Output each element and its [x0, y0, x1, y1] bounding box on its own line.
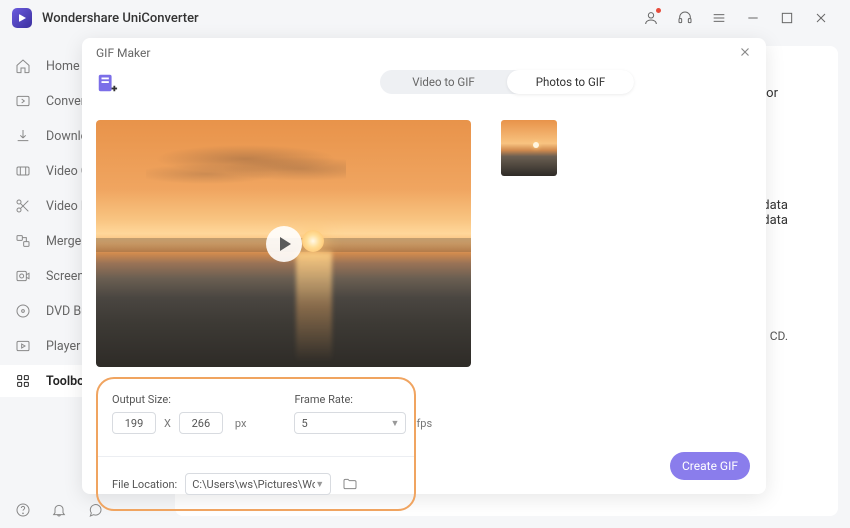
scissors-icon [14, 197, 32, 215]
frame-rate-label: Frame Rate: [294, 393, 432, 406]
titlebar: Wondershare UniConverter [0, 0, 850, 36]
x-separator: X [164, 417, 171, 430]
bg-text: CD. [770, 329, 788, 343]
converter-icon [14, 92, 32, 110]
file-location-label: File Location: [112, 478, 177, 491]
settings-panel: Output Size: X px Frame Rate: 5▼ fps [96, 377, 416, 511]
player-icon [14, 337, 32, 355]
add-file-icon[interactable] [96, 72, 118, 94]
gif-maker-modal: GIF Maker Video to GIF Photos to GIF Ou [82, 38, 766, 494]
download-icon [14, 127, 32, 145]
recorder-icon [14, 267, 32, 285]
folder-icon[interactable] [339, 473, 361, 495]
maximize-button[interactable] [775, 6, 799, 30]
output-size-label: Output Size: [112, 393, 246, 406]
bell-icon[interactable] [50, 501, 68, 519]
chevron-down-icon: ▼ [391, 418, 400, 429]
sidebar-item-label: Merger [46, 234, 86, 249]
modal-title: GIF Maker [96, 46, 150, 60]
help-icon[interactable] [14, 501, 32, 519]
close-icon[interactable] [738, 44, 752, 63]
toolbox-icon [14, 372, 32, 390]
tab-photos-to-gif[interactable]: Photos to GIF [507, 70, 634, 94]
compressor-icon [14, 162, 32, 180]
width-input[interactable] [112, 412, 156, 434]
fps-unit: fps [416, 417, 432, 430]
play-button[interactable] [266, 226, 302, 262]
frame-rate-select[interactable]: 5▼ [294, 412, 406, 434]
menu-icon[interactable] [707, 6, 731, 30]
chevron-down-icon: ▼ [315, 479, 324, 490]
headset-icon[interactable] [673, 6, 697, 30]
preview-thumbnail[interactable] [501, 120, 557, 176]
height-input[interactable] [179, 412, 223, 434]
merger-icon [14, 232, 32, 250]
px-unit: px [235, 417, 247, 430]
app-title: Wondershare UniConverter [42, 11, 199, 26]
divider [98, 456, 414, 457]
minimize-button[interactable] [741, 6, 765, 30]
sidebar-item-label: Home [46, 59, 80, 74]
app-logo [12, 8, 32, 28]
user-icon[interactable] [639, 6, 663, 30]
close-button[interactable] [809, 6, 833, 30]
modal-header: GIF Maker [82, 38, 766, 68]
disc-icon [14, 302, 32, 320]
sidebar-item-label: Player [46, 339, 80, 354]
file-location-select[interactable]: C:\Users\ws\Pictures\Wonders▼ [185, 473, 331, 495]
create-gif-button[interactable]: Create GIF [670, 452, 750, 480]
tab-video-to-gif[interactable]: Video to GIF [380, 70, 507, 94]
preview-main[interactable] [96, 120, 471, 367]
mode-toggle: Video to GIF Photos to GIF [380, 70, 634, 94]
home-icon [14, 57, 32, 75]
